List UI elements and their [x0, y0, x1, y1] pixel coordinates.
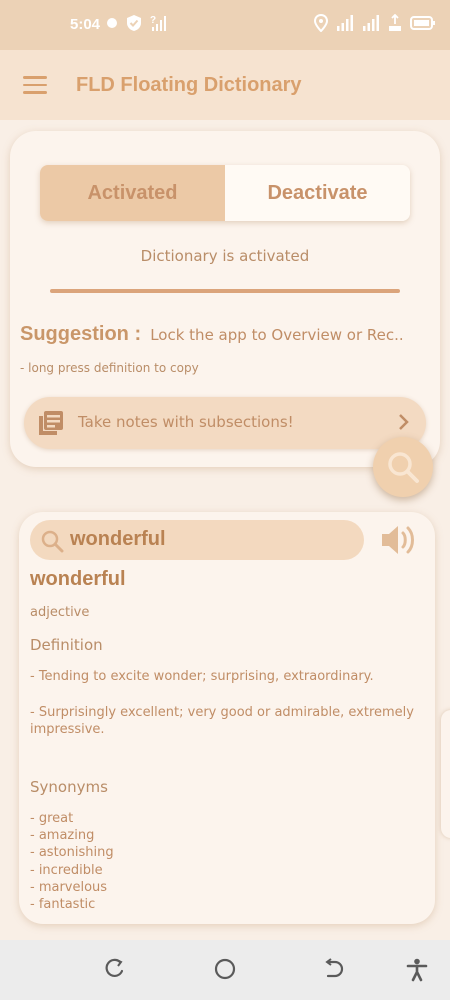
location-icon [314, 14, 328, 32]
dictionary-card: wonderful wonderful adjective Definition… [19, 512, 435, 924]
navigation-bar [0, 940, 450, 1000]
divider [50, 289, 400, 293]
activation-card: Activated Deactivate Dictionary is activ… [10, 131, 440, 467]
menu-icon[interactable] [23, 76, 47, 94]
edge-panel-handle[interactable] [441, 710, 450, 838]
synonyms-list: - great - amazing - astonishing - incred… [30, 810, 114, 913]
synonym-item: - marvelous [30, 879, 108, 895]
accessibility-icon[interactable] [406, 958, 428, 986]
floating-search-button[interactable] [373, 437, 433, 497]
synonym-item: - astonishing [30, 845, 114, 861]
status-right-icons [314, 14, 436, 32]
activated-button[interactable]: Activated [40, 165, 225, 221]
word-search-bar[interactable]: wonderful [30, 520, 364, 560]
data-rate-icon [389, 14, 401, 31]
recent-apps-icon[interactable] [104, 958, 126, 984]
status-time: 5:04 [70, 16, 101, 33]
definition-item[interactable]: - Surprisingly excellent; very good or a… [30, 704, 428, 738]
activation-status: Dictionary is activated [140, 247, 310, 265]
chevron-right-icon [398, 412, 410, 436]
suggestion-text: Lock the app to Overview or Rec.. [150, 326, 404, 344]
suggestion-row: Suggestion : Lock the app to Overview or… [20, 323, 438, 346]
synonym-item: - great [30, 811, 74, 826]
part-of-speech: adjective [30, 605, 90, 620]
synonyms-heading: Synonyms [30, 778, 108, 796]
copy-hint: - long press definition to copy [20, 361, 199, 375]
synonym-item: - incredible [30, 862, 103, 878]
take-notes-label: Take notes with subsections! [78, 413, 294, 431]
definition-item[interactable]: - Tending to excite wonder; surprising, … [30, 668, 428, 685]
app-bar: FLD Floating Dictionary [0, 50, 450, 120]
search-icon [40, 529, 64, 557]
shield-check-icon [127, 15, 141, 31]
take-notes-button[interactable]: Take notes with subsections! [24, 397, 426, 449]
status-left-icons: ? [106, 14, 166, 32]
deactivate-button[interactable]: Deactivate [225, 165, 410, 221]
activation-toggle: Activated Deactivate [40, 165, 410, 221]
svg-text:?: ? [150, 15, 156, 26]
speaker-icon[interactable] [379, 522, 419, 562]
synonym-item: - amazing [30, 828, 95, 844]
definition-heading: Definition [30, 636, 103, 654]
status-bar: 5:04 ? [0, 0, 450, 50]
home-icon[interactable] [214, 958, 236, 984]
synonym-item: - fantastic [30, 897, 96, 913]
dot-icon [107, 18, 117, 28]
search-icon [388, 452, 419, 483]
notes-icon [38, 410, 64, 440]
search-value[interactable]: wonderful [70, 528, 166, 551]
battery-icon [410, 16, 435, 30]
signal-icon-2 [363, 15, 379, 31]
app-title: FLD Floating Dictionary [76, 74, 302, 96]
entry-word: wonderful [30, 568, 126, 590]
signal-question-icon: ? [150, 15, 166, 31]
suggestion-label: Suggestion : [20, 323, 142, 345]
back-icon[interactable] [324, 958, 346, 984]
signal-icon [337, 15, 353, 31]
